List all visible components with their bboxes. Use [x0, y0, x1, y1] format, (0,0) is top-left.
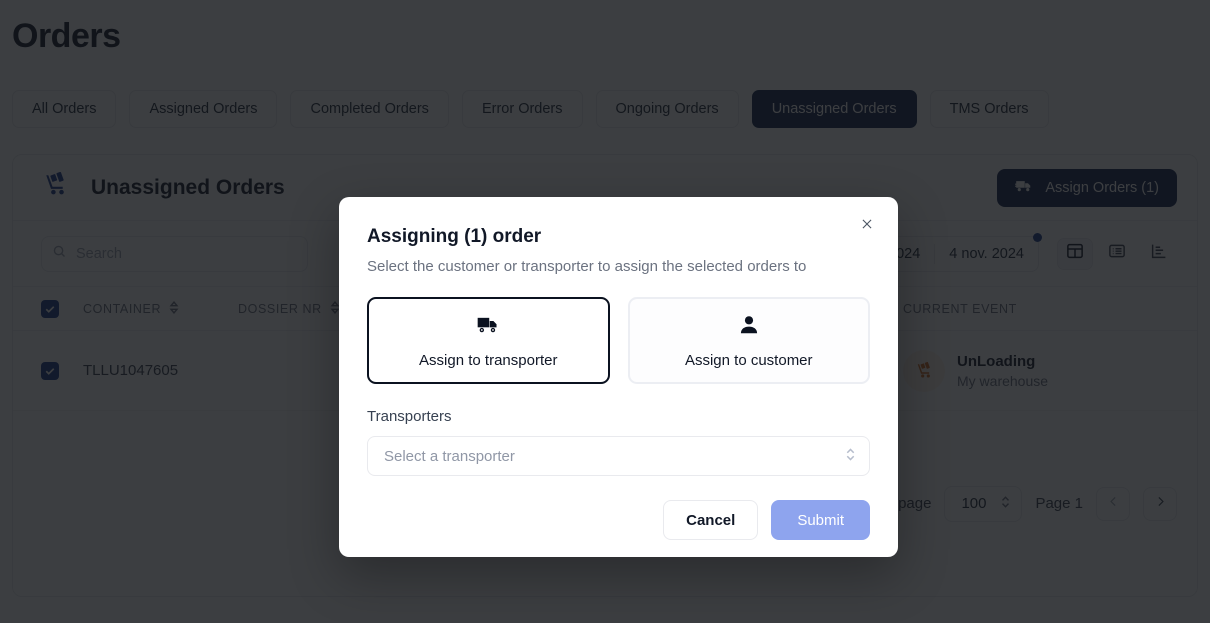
close-modal-button[interactable]	[854, 213, 880, 239]
modal-title: Assigning (1) order	[367, 226, 542, 247]
assign-to-customer-label: Assign to customer	[684, 351, 813, 369]
cancel-button[interactable]: Cancel	[663, 500, 759, 540]
submit-button[interactable]: Submit	[771, 500, 870, 540]
assign-to-transporter-label: Assign to transporter	[419, 352, 558, 369]
transporters-field-label: Transporters	[367, 408, 452, 425]
assign-to-customer-card[interactable]: Assign to customer	[627, 297, 870, 384]
modal-actions: Cancel Submit	[367, 500, 870, 540]
chevron-updown-icon	[845, 447, 856, 466]
close-icon	[860, 217, 874, 236]
assign-order-modal: Assigning (1) order Select the customer …	[339, 197, 898, 557]
transporter-select[interactable]: Select a transporter	[367, 436, 870, 476]
truck-icon	[476, 312, 501, 342]
transporter-select-placeholder: Select a transporter	[384, 447, 515, 465]
assign-target-choices: Assign to transporter Assign to customer	[367, 297, 870, 384]
person-icon	[737, 313, 761, 342]
modal-subtitle: Select the customer or transporter to as…	[367, 258, 807, 275]
assign-to-transporter-card[interactable]: Assign to transporter	[367, 297, 610, 384]
